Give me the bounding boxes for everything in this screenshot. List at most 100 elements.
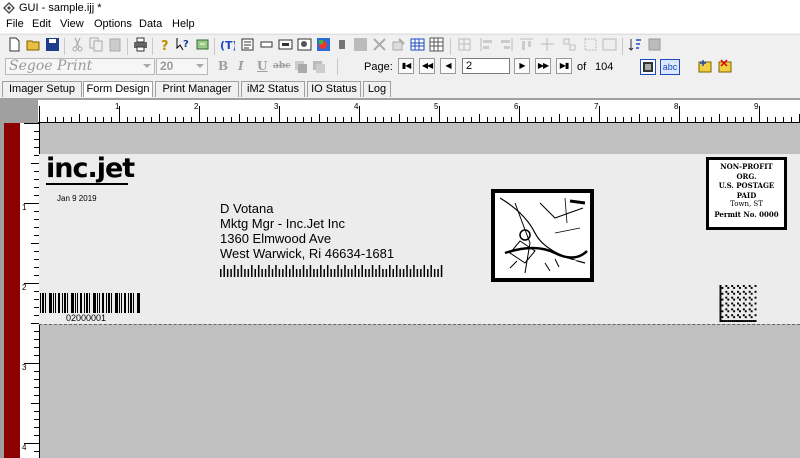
align-center-icon[interactable] bbox=[540, 37, 555, 52]
menu-options[interactable]: Options bbox=[94, 18, 132, 30]
code-cell bbox=[754, 320, 757, 322]
line-icon[interactable] bbox=[259, 37, 274, 52]
tab-im2-status[interactable]: iM2 Status bbox=[241, 81, 305, 97]
accent-bar bbox=[4, 123, 20, 458]
code-cell bbox=[754, 314, 757, 317]
tab-form-design[interactable]: Form Design bbox=[83, 81, 153, 97]
strikethrough-button[interactable]: abc bbox=[273, 61, 291, 71]
prev-fast-button[interactable]: ◀◀ bbox=[419, 58, 435, 74]
text-field-icon[interactable]: (T) bbox=[220, 37, 235, 52]
properties-icon[interactable] bbox=[391, 37, 406, 52]
barcode-bar bbox=[42, 293, 44, 313]
barcode-bar bbox=[133, 293, 134, 313]
font-name-select[interactable]: Segoe Print bbox=[5, 58, 155, 75]
layout-icon[interactable] bbox=[602, 37, 617, 52]
tab-io-status[interactable]: IO Status bbox=[307, 81, 361, 97]
cut-icon[interactable] bbox=[70, 37, 85, 52]
barcode-bar bbox=[402, 269, 405, 277]
align-left-icon[interactable] bbox=[479, 37, 494, 52]
prev-page-button[interactable]: ◀ bbox=[440, 58, 456, 74]
next-page-button[interactable]: ▶ bbox=[514, 58, 530, 74]
last-page-button[interactable]: ▶▮ bbox=[556, 58, 572, 74]
outline-icon[interactable] bbox=[312, 60, 327, 75]
barcode-bar bbox=[368, 269, 370, 277]
new-icon[interactable] bbox=[7, 37, 22, 52]
paste-icon[interactable] bbox=[108, 37, 123, 52]
barcode-bar bbox=[71, 293, 74, 313]
address-line-2[interactable]: Mktg Mgr - Inc.Jet Inc bbox=[220, 216, 345, 231]
help-icon[interactable]: ? bbox=[157, 37, 172, 52]
page-number-input[interactable]: 2 bbox=[462, 58, 510, 74]
print-icon[interactable] bbox=[133, 37, 148, 52]
bold-button[interactable]: B bbox=[218, 59, 228, 73]
barcode-bar bbox=[392, 269, 394, 277]
fill-icon[interactable] bbox=[353, 37, 368, 52]
text-view-toggle[interactable]: abc bbox=[660, 59, 680, 75]
open-icon[interactable] bbox=[26, 37, 41, 52]
code-cell bbox=[727, 304, 730, 307]
text-block-icon[interactable] bbox=[240, 37, 255, 52]
tab-log[interactable]: Log bbox=[363, 81, 391, 97]
barcode-icon[interactable] bbox=[335, 37, 350, 52]
group-icon[interactable] bbox=[583, 37, 598, 52]
menu-view[interactable]: View bbox=[60, 18, 84, 30]
label-date[interactable]: Jan 9 2019 bbox=[57, 194, 97, 203]
address-line-3[interactable]: 1360 Elmwood Ave bbox=[220, 231, 331, 246]
snap-grid-icon[interactable] bbox=[457, 37, 472, 52]
copy-icon[interactable] bbox=[89, 37, 104, 52]
code-cell bbox=[719, 296, 722, 299]
context-help-icon[interactable]: ? bbox=[176, 37, 191, 52]
postal-barcode[interactable] bbox=[220, 265, 446, 277]
linear-barcode[interactable] bbox=[40, 293, 143, 313]
grid-icon[interactable] bbox=[429, 37, 444, 52]
shadow-icon[interactable] bbox=[294, 60, 309, 75]
code-cell bbox=[738, 286, 741, 289]
insert-record-icon[interactable] bbox=[698, 59, 713, 74]
label-preview[interactable] bbox=[39, 154, 800, 324]
code-cell bbox=[725, 290, 728, 293]
align-top-icon[interactable] bbox=[519, 37, 534, 52]
graphic-icon[interactable] bbox=[316, 37, 331, 52]
barcode-bar bbox=[437, 269, 439, 277]
ruler-label: 4 bbox=[22, 443, 27, 452]
tab-imager-setup[interactable]: Imager Setup bbox=[2, 81, 82, 97]
code-cell bbox=[733, 298, 736, 301]
code-cell bbox=[754, 302, 757, 305]
lock-icon[interactable] bbox=[647, 37, 662, 52]
table-icon[interactable] bbox=[410, 37, 425, 52]
delete-icon[interactable] bbox=[372, 37, 387, 52]
sort-icon[interactable] bbox=[628, 37, 643, 52]
code-cell bbox=[719, 306, 722, 309]
code-cell bbox=[752, 320, 755, 322]
code-cell bbox=[754, 296, 757, 299]
delete-record-icon[interactable] bbox=[718, 59, 733, 74]
tab-print-manager[interactable]: Print Manager bbox=[155, 81, 239, 97]
barcode-number[interactable]: 02000001 bbox=[66, 313, 106, 323]
image-icon[interactable] bbox=[297, 37, 312, 52]
menu-data[interactable]: Data bbox=[139, 18, 162, 30]
save-icon[interactable] bbox=[45, 37, 60, 52]
font-size-select[interactable]: 20 bbox=[156, 58, 208, 75]
barcode-bar bbox=[271, 269, 274, 277]
barcode-bar bbox=[382, 269, 384, 277]
italic-button[interactable]: I bbox=[238, 59, 244, 73]
map-image[interactable] bbox=[491, 189, 594, 282]
same-size-icon[interactable] bbox=[562, 37, 577, 52]
next-fast-button[interactable]: ▶▶ bbox=[535, 58, 551, 74]
align-right-icon[interactable] bbox=[499, 37, 514, 52]
menu-help[interactable]: Help bbox=[172, 18, 195, 30]
box-icon[interactable] bbox=[278, 37, 293, 52]
wizard-icon[interactable] bbox=[195, 37, 210, 52]
postage-indicia[interactable]: NON-PROFIT ORG. U.S. POSTAGE PAID Town, … bbox=[706, 157, 787, 230]
preview-icon[interactable] bbox=[640, 59, 656, 75]
address-line-4[interactable]: West Warwick, Ri 46634-1681 bbox=[220, 246, 394, 261]
menu-file[interactable]: File bbox=[6, 18, 24, 30]
barcode-bar bbox=[285, 265, 288, 277]
first-page-button[interactable]: ▮◀ bbox=[398, 58, 414, 74]
barcode-bar bbox=[89, 293, 90, 313]
underline-button[interactable]: U bbox=[257, 59, 267, 73]
datamatrix-code[interactable] bbox=[719, 285, 757, 322]
address-line-1[interactable]: D Votana bbox=[220, 201, 274, 216]
company-logo[interactable]: inc.jet bbox=[46, 153, 135, 184]
menu-edit[interactable]: Edit bbox=[32, 18, 51, 30]
